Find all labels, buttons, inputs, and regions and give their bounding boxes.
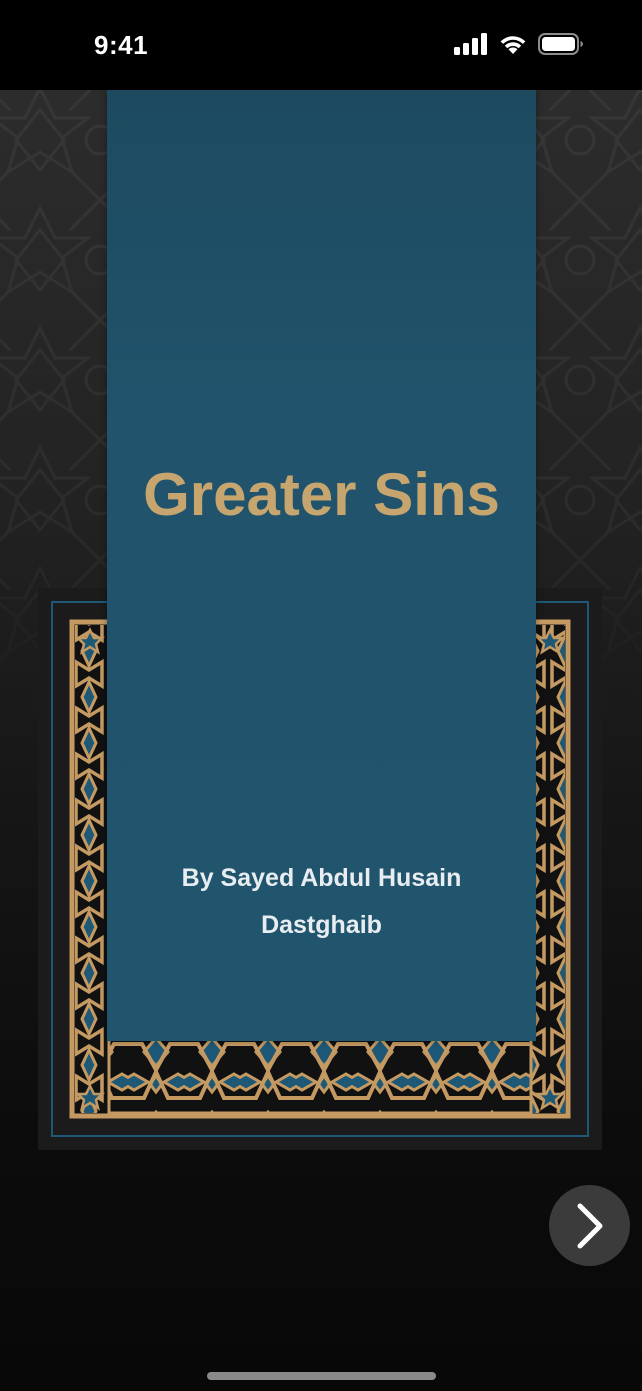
chevron-right-icon	[577, 1203, 602, 1248]
wifi-icon	[500, 36, 526, 54]
book-title: Greater Sins	[143, 461, 500, 528]
status-time: 9:41	[94, 30, 149, 60]
status-bar: 9:41	[0, 0, 642, 90]
next-button[interactable]	[549, 1185, 630, 1266]
status-icons	[454, 33, 584, 55]
cellular-signal-icon	[454, 33, 487, 55]
book-author: By Sayed Abdul Husain Dastghaib	[181, 864, 462, 939]
home-indicator[interactable]	[207, 1372, 436, 1380]
battery-icon	[538, 33, 583, 55]
book-cover[interactable]: Greater Sins By Sayed Abdul Husain Dastg…	[107, 90, 536, 1041]
